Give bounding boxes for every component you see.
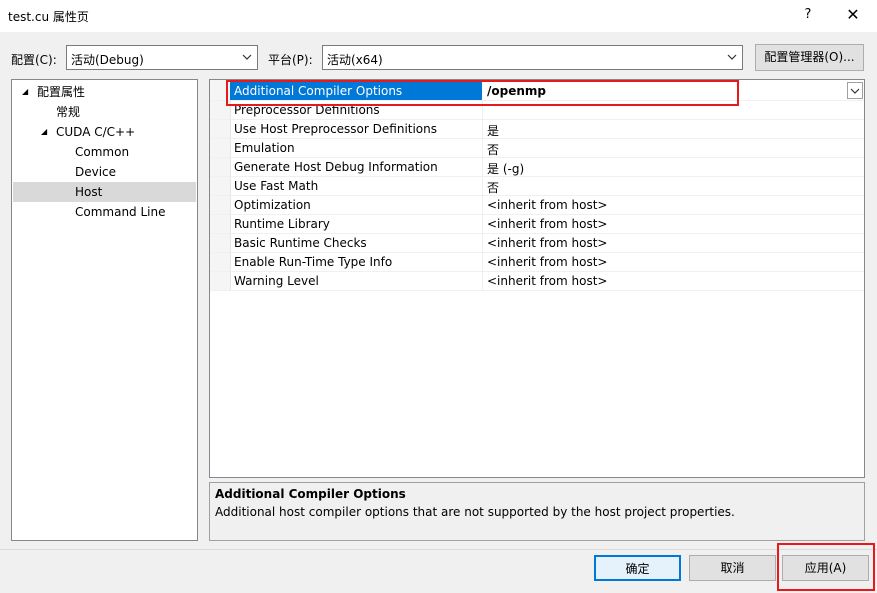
tree-item-host[interactable]: Host bbox=[13, 182, 196, 202]
property-tree: ◢ 配置属性 常规 ◢ CUDA C/C++ Common Device Hos… bbox=[11, 79, 198, 541]
tree-item-label: CUDA C/C++ bbox=[56, 125, 136, 139]
property-value: <inherit from host> bbox=[487, 217, 608, 231]
tree-item-device[interactable]: Device bbox=[12, 162, 197, 182]
column-divider bbox=[482, 177, 483, 196]
column-divider bbox=[482, 272, 483, 291]
grid-row-optimization[interactable]: Optimization <inherit from host> bbox=[210, 196, 864, 215]
tree-item-general[interactable]: 常规 bbox=[12, 102, 197, 122]
property-name: Warning Level bbox=[234, 274, 319, 288]
property-value: <inherit from host> bbox=[487, 198, 608, 212]
tree-item-command-line[interactable]: Command Line bbox=[12, 202, 197, 222]
property-value: 是 (-g) bbox=[487, 162, 525, 176]
window-title: test.cu 属性页 bbox=[8, 10, 89, 24]
grid-row-generate-host-debug-info[interactable]: Generate Host Debug Information 是 (-g) bbox=[210, 158, 864, 177]
help-button[interactable]: ? bbox=[795, 4, 821, 26]
tree-item-common[interactable]: Common bbox=[12, 142, 197, 162]
property-grid: Additional Compiler Options /openmp Prep… bbox=[209, 79, 865, 478]
tree-item-label: 常规 bbox=[56, 105, 81, 119]
property-value: 是 bbox=[487, 124, 500, 138]
value-dropdown-button[interactable] bbox=[847, 82, 863, 99]
property-value: <inherit from host> bbox=[487, 236, 608, 250]
config-label: 配置(C): bbox=[11, 53, 57, 67]
ok-button[interactable]: 确定 bbox=[594, 555, 681, 581]
description-title: Additional Compiler Options bbox=[215, 487, 406, 501]
column-divider bbox=[482, 139, 483, 158]
property-name: Emulation bbox=[234, 141, 295, 155]
property-value: 否 bbox=[487, 143, 500, 157]
title-bar bbox=[0, 0, 877, 32]
property-value: 否 bbox=[487, 181, 500, 195]
grid-row-emulation[interactable]: Emulation 否 bbox=[210, 139, 864, 158]
tree-item-label: Host bbox=[75, 185, 103, 199]
tree-item-label: Device bbox=[75, 165, 117, 179]
chevron-down-icon bbox=[726, 49, 738, 68]
grid-row-warning-level[interactable]: Warning Level <inherit from host> bbox=[210, 272, 864, 291]
property-name: Optimization bbox=[234, 198, 311, 212]
property-value: <inherit from host> bbox=[487, 255, 608, 269]
grid-row-runtime-library[interactable]: Runtime Library <inherit from host> bbox=[210, 215, 864, 234]
close-button[interactable]: ✕ bbox=[838, 4, 868, 26]
platform-dropdown[interactable]: 活动(x64) bbox=[322, 45, 743, 70]
description-text: Additional host compiler options that ar… bbox=[215, 505, 735, 519]
property-name: Use Fast Math bbox=[234, 179, 319, 193]
column-divider bbox=[482, 234, 483, 253]
tree-item-label: Command Line bbox=[75, 205, 166, 219]
column-divider bbox=[482, 215, 483, 234]
chevron-down-icon bbox=[241, 49, 253, 68]
column-divider bbox=[482, 120, 483, 139]
grid-row-use-fast-math[interactable]: Use Fast Math 否 bbox=[210, 177, 864, 196]
chevron-down-icon bbox=[850, 88, 860, 94]
annotation-apply-highlight-box bbox=[777, 543, 875, 591]
platform-value: 活动(x64) bbox=[327, 53, 383, 67]
property-name: Use Host Preprocessor Definitions bbox=[234, 122, 438, 136]
footer-separator bbox=[0, 549, 877, 550]
cancel-button[interactable]: 取消 bbox=[689, 555, 776, 581]
property-name: Generate Host Debug Information bbox=[234, 160, 438, 174]
config-manager-button[interactable]: 配置管理器(O)... bbox=[755, 44, 864, 71]
grid-row-use-host-preprocessor-definitions[interactable]: Use Host Preprocessor Definitions 是 bbox=[210, 120, 864, 139]
grid-row-basic-runtime-checks[interactable]: Basic Runtime Checks <inherit from host> bbox=[210, 234, 864, 253]
grid-row-enable-rtti[interactable]: Enable Run-Time Type Info <inherit from … bbox=[210, 253, 864, 272]
annotation-highlight-box bbox=[226, 80, 739, 106]
column-divider bbox=[482, 196, 483, 215]
expand-triangle-icon[interactable]: ◢ bbox=[41, 122, 47, 142]
column-divider bbox=[482, 253, 483, 272]
description-panel: Additional Compiler Options Additional h… bbox=[209, 482, 865, 541]
tree-item-cuda-cpp[interactable]: ◢ CUDA C/C++ bbox=[12, 122, 197, 142]
config-dropdown[interactable]: 活动(Debug) bbox=[66, 45, 258, 70]
property-name: Basic Runtime Checks bbox=[234, 236, 367, 250]
tree-item-config-properties[interactable]: ◢ 配置属性 bbox=[12, 82, 197, 102]
platform-label: 平台(P): bbox=[268, 53, 313, 67]
tree-item-label: 配置属性 bbox=[37, 85, 86, 99]
property-value: <inherit from host> bbox=[487, 274, 608, 288]
property-name: Enable Run-Time Type Info bbox=[234, 255, 393, 269]
tree-item-label: Common bbox=[75, 145, 130, 159]
expand-triangle-icon[interactable]: ◢ bbox=[22, 82, 28, 102]
column-divider bbox=[482, 158, 483, 177]
config-value: 活动(Debug) bbox=[71, 53, 144, 67]
property-name: Runtime Library bbox=[234, 217, 330, 231]
